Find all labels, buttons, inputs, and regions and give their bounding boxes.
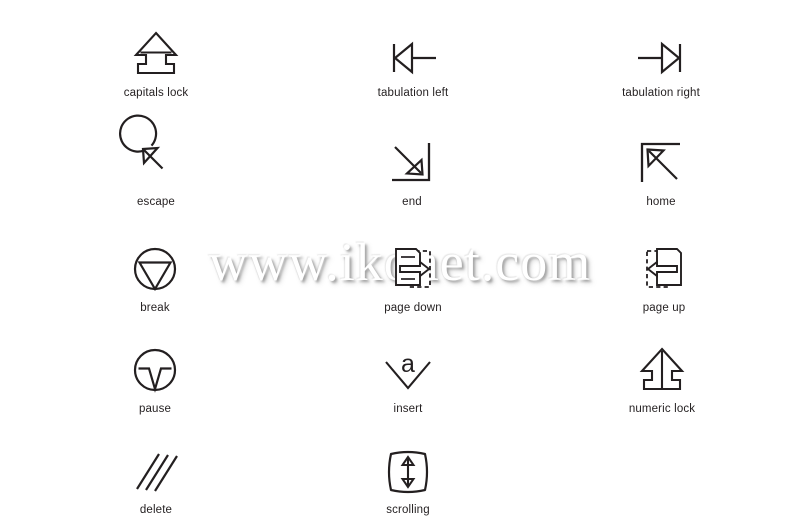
icon-label: tabulation right (622, 87, 700, 99)
icon-cell-delete[interactable]: delete (56, 439, 256, 516)
icon-cell-scrolling[interactable]: scrolling (308, 439, 508, 516)
icon-label: break (140, 302, 170, 314)
svg-text:a: a (401, 350, 415, 378)
end-icon (312, 131, 512, 187)
icon-label: delete (139, 504, 173, 516)
delete-icon (56, 439, 256, 495)
icon-cell-tabulation-right[interactable]: tabulation right (561, 22, 761, 99)
icon-label: escape (137, 196, 175, 208)
icon-label: page up (642, 302, 686, 314)
icon-label: home (646, 196, 676, 208)
icon-label: page down (384, 302, 442, 314)
icon-label: capitals lock (123, 87, 189, 99)
numeric-lock-icon (562, 338, 762, 394)
icon-cell-home[interactable]: home (561, 131, 761, 208)
icon-label: scrolling (386, 504, 430, 516)
icon-label: insert (393, 403, 423, 415)
scrolling-icon (308, 439, 508, 495)
pause-icon (55, 338, 255, 394)
icon-cell-page-up[interactable]: page up (564, 237, 764, 314)
icon-cell-capitals-lock[interactable]: capitals lock (56, 22, 256, 99)
icon-cell-tabulation-left[interactable]: tabulation left (313, 22, 513, 99)
icon-cell-page-down[interactable]: page down (313, 237, 513, 314)
capitals-lock-icon (56, 22, 256, 78)
icon-label: tabulation left (377, 87, 449, 99)
icon-cell-end[interactable]: end (312, 131, 512, 208)
page-up-icon (564, 237, 764, 293)
icon-label: end (402, 196, 422, 208)
icon-cell-escape[interactable]: escape (56, 114, 256, 208)
break-icon (55, 237, 255, 293)
icon-cell-insert[interactable]: a insert (308, 338, 508, 415)
icon-board: www.ikonet.com capitals lock tabulation … (0, 0, 800, 527)
icon-cell-break[interactable]: break (55, 237, 255, 314)
icon-cell-numeric-lock[interactable]: numeric lock (562, 338, 762, 415)
icon-label: pause (138, 403, 172, 415)
icon-cell-pause[interactable]: pause (55, 338, 255, 415)
icon-grid: capitals lock tabulation left tabulation… (0, 0, 800, 527)
insert-icon: a (308, 338, 508, 394)
page-down-icon (313, 237, 513, 293)
home-icon (561, 131, 761, 187)
tabulation-right-icon (561, 22, 761, 78)
tabulation-left-icon (313, 22, 513, 78)
escape-icon (56, 114, 256, 187)
icon-label: numeric lock (628, 403, 696, 415)
